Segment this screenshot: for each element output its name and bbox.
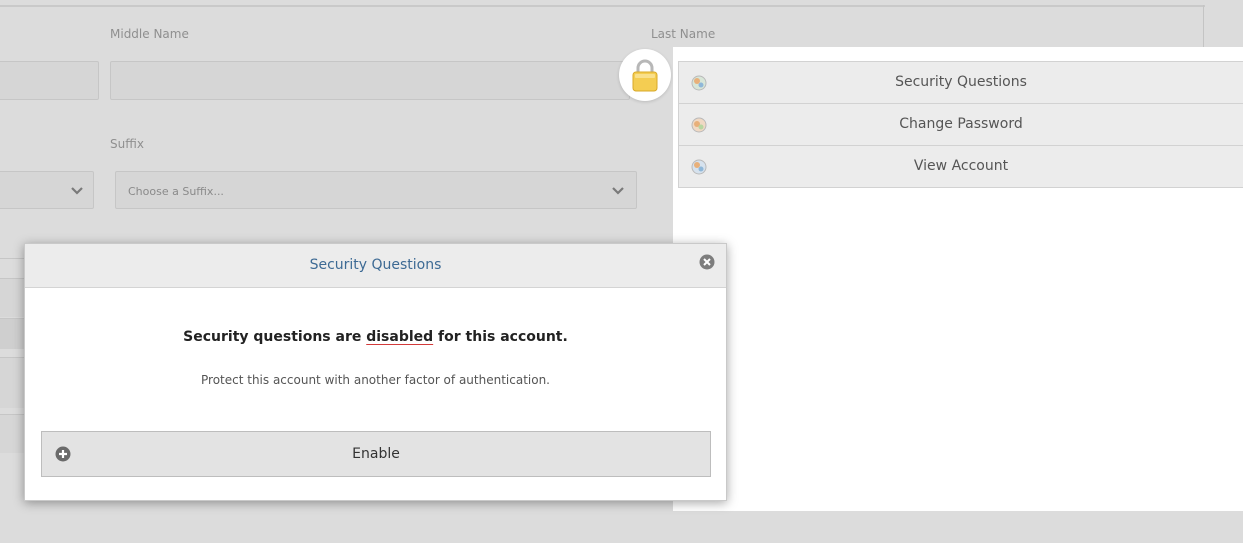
modal-title: Security Questions — [309, 257, 442, 273]
disabled-status-text: disabled — [366, 329, 434, 345]
message-prefix: Security questions are — [183, 329, 367, 345]
menu-item-label: Security Questions — [895, 74, 1027, 90]
last-name-label: Last Name — [651, 27, 716, 41]
suffix-select[interactable]: Choose a Suffix... — [115, 171, 637, 209]
menu-item-change-password[interactable]: Change Password — [678, 103, 1243, 146]
suffix-label: Suffix — [110, 137, 144, 151]
form-right-border — [1203, 5, 1204, 47]
hidden-input[interactable] — [0, 357, 25, 408]
security-questions-modal: Security Questions Security questions ar… — [24, 243, 727, 501]
enable-button-label: Enable — [352, 446, 400, 462]
first-name-input[interactable] — [0, 61, 99, 100]
enable-button[interactable]: Enable — [41, 431, 711, 477]
modal-header: Security Questions — [25, 244, 726, 288]
account-menu-panel: Security Questions Change Password View … — [673, 47, 1243, 511]
chevron-down-icon — [71, 187, 83, 195]
account-menu-list: Security Questions Change Password View … — [678, 61, 1243, 188]
suffix-select-value: Choose a Suffix... — [128, 185, 224, 198]
prefix-select[interactable] — [0, 171, 94, 209]
hidden-input[interactable] — [0, 318, 25, 349]
chevron-down-icon — [612, 187, 624, 195]
security-status-message: Security questions are disabled for this… — [25, 329, 726, 345]
lock-icon — [632, 59, 658, 92]
menu-item-security-questions[interactable]: Security Questions — [678, 61, 1243, 104]
form-top-border — [0, 5, 1205, 7]
modal-subtext: Protect this account with another factor… — [201, 373, 550, 387]
lock-toggle[interactable] — [619, 49, 671, 101]
menu-item-label: Change Password — [899, 116, 1023, 132]
menu-item-view-account[interactable]: View Account — [678, 145, 1243, 188]
hidden-input[interactable] — [0, 278, 25, 317]
menu-item-label: View Account — [913, 158, 1009, 174]
middle-name-input[interactable] — [110, 61, 630, 100]
close-icon[interactable] — [699, 254, 715, 270]
form-divider — [0, 258, 25, 259]
hidden-input[interactable] — [0, 414, 25, 453]
middle-name-label: Middle Name — [110, 27, 189, 41]
message-suffix: for this account. — [433, 329, 568, 345]
